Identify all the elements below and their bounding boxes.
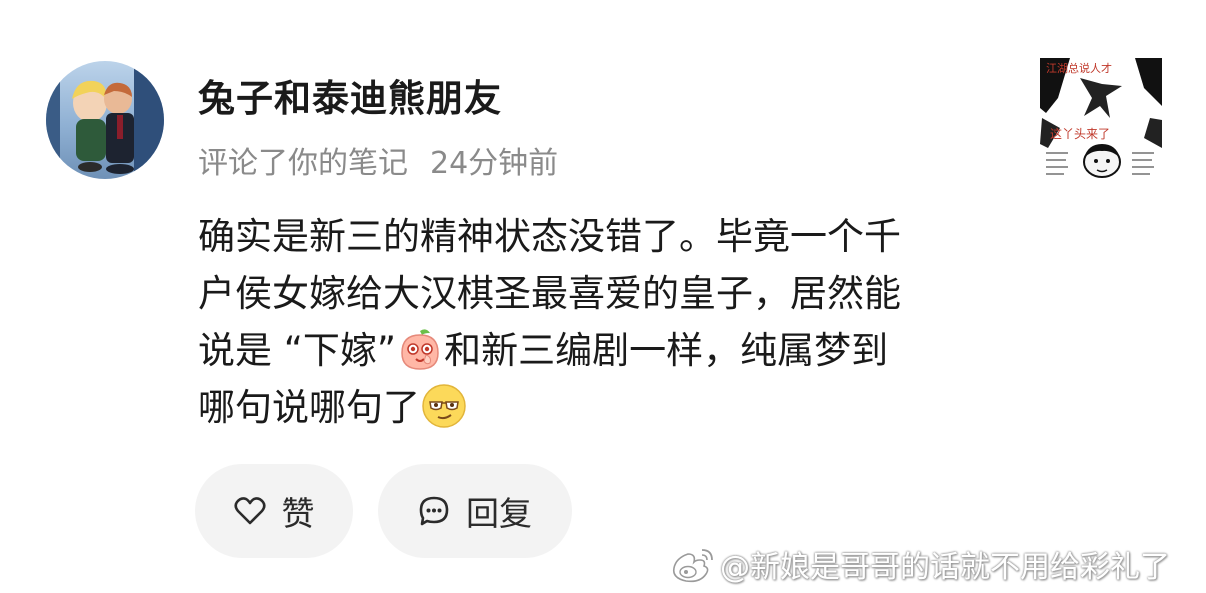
weibo-icon bbox=[672, 549, 713, 583]
chat-bubble-icon bbox=[419, 496, 449, 526]
watermark-text: @新娘是哥哥的话就不用给彩礼了 bbox=[720, 550, 1170, 585]
thumb-top-text: 江湖总说人才 bbox=[1046, 61, 1112, 75]
reply-label: 回复 bbox=[466, 494, 532, 533]
comment-line-1: 确实是新三的精神状态没错了。毕竟一个千 bbox=[198, 215, 901, 258]
note-thumbnail[interactable]: 江湖总说人才 这丫头来了 bbox=[1040, 58, 1162, 180]
smug-glasses-emoji bbox=[422, 384, 466, 428]
notification-card: 兔子和泰迪熊朋友 评论了你的笔记 24分钟前 确实是新三的精神状态没错了。毕竟一个… bbox=[0, 0, 1206, 593]
comment-line-3a: 说是 “下嫁” bbox=[198, 329, 397, 372]
weibo-watermark: @新娘是哥哥的话就不用给彩礼了 bbox=[670, 540, 1170, 588]
timestamp: 24分钟前 bbox=[430, 146, 559, 181]
comment-line-3b: 和新三编剧一样，纯属梦到 bbox=[444, 329, 889, 372]
peach-emoji bbox=[401, 329, 439, 370]
username[interactable]: 兔子和泰迪熊朋友 bbox=[198, 68, 502, 122]
like-label: 赞 bbox=[281, 494, 315, 533]
comment-line-4: 哪句说哪句了 bbox=[198, 379, 998, 436]
comment-line-4a: 哪句说哪句了 bbox=[198, 386, 420, 429]
action-text: 评论了你的笔记 bbox=[198, 146, 408, 181]
thumb-middle-text: 这丫头来了 bbox=[1050, 126, 1110, 141]
reply-button[interactable]: 回复 bbox=[378, 464, 572, 558]
heart-icon bbox=[233, 497, 266, 525]
avatar[interactable] bbox=[46, 61, 164, 179]
comment-text: 确实是新三的精神状态没错了。毕竟一个千 户侯女嫁给大汉棋圣最喜爱的皇子，居然能 … bbox=[198, 208, 998, 436]
like-button[interactable]: 赞 bbox=[195, 464, 353, 558]
comment-meta: 评论了你的笔记 24分钟前 bbox=[198, 138, 558, 182]
comment-line-2: 户侯女嫁给大汉棋圣最喜爱的皇子，居然能 bbox=[198, 272, 901, 315]
comment-line-3: 说是 “下嫁” 和新三编剧一样，纯属梦到 bbox=[198, 322, 998, 379]
